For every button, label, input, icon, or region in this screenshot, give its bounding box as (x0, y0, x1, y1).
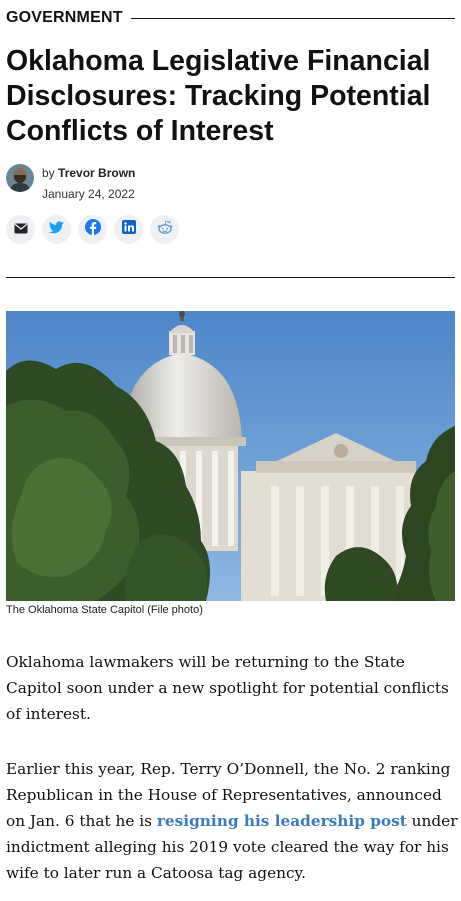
section-header: GOVERNMENT (6, 8, 455, 28)
article-paragraph: Earlier this year, Rep. Terry O’Donnell,… (6, 756, 458, 886)
section-divider (130, 17, 455, 19)
publish-date: January 24, 2022 (42, 187, 135, 201)
facebook-icon (84, 219, 101, 240)
share-buttons (6, 215, 179, 244)
share-twitter-button[interactable] (42, 215, 71, 244)
byline-text: by Trevor Brown (42, 166, 135, 180)
author-name[interactable]: Trevor Brown (58, 166, 135, 180)
content-divider (6, 277, 455, 278)
photo-caption: The Oklahoma State Capitol (File photo) (6, 604, 203, 616)
section-label[interactable]: GOVERNMENT (6, 9, 123, 27)
resigning-leadership-link[interactable]: resigning his leadership post (157, 812, 407, 830)
share-facebook-button[interactable] (78, 215, 107, 244)
reddit-icon (157, 220, 173, 239)
share-linkedin-button[interactable] (114, 215, 143, 244)
byline-prefix: by (42, 166, 55, 180)
author-avatar[interactable] (6, 164, 34, 192)
article-photo (6, 311, 455, 601)
email-icon (14, 221, 28, 239)
byline: by Trevor Brown January 24, 2022 (6, 162, 455, 202)
twitter-icon (48, 220, 64, 239)
article-headline: Oklahoma Legislative Financial Disclosur… (6, 45, 431, 147)
share-reddit-button[interactable] (150, 215, 179, 244)
article-paragraph: Oklahoma lawmakers will be returning to … (6, 653, 449, 723)
share-email-button[interactable] (6, 215, 35, 244)
linkedin-icon (121, 220, 136, 239)
capitol-photo-illustration (6, 311, 455, 601)
